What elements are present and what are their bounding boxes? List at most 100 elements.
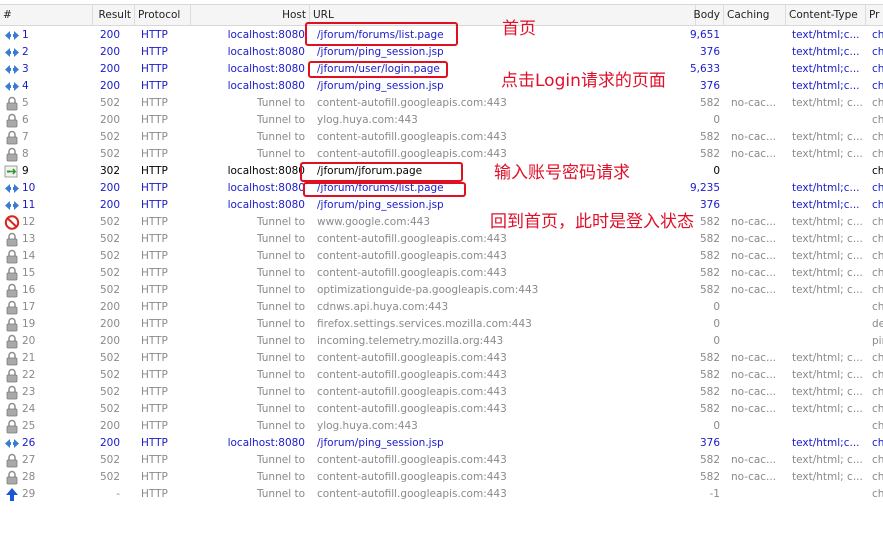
row-result: 200 bbox=[99, 420, 120, 432]
row-caching bbox=[731, 112, 786, 129]
table-row[interactable]: 27 502 HTTP Tunnel to content-autofill.googl… bbox=[0, 452, 883, 469]
table-row[interactable]: 12 502 HTTP Tunnel to www.google.com:443 582 n… bbox=[0, 214, 883, 231]
row-caching: no-cac... bbox=[731, 386, 777, 398]
column-header-result[interactable]: Result bbox=[93, 5, 135, 25]
row-caching bbox=[731, 61, 786, 78]
table-row[interactable]: 14 502 HTTP Tunnel to content-autofill.googl… bbox=[0, 248, 883, 265]
row-host: Tunnel to bbox=[256, 369, 305, 381]
table-row[interactable]: 2 200 HTTP localhost:8080/jforum/ping_sessi… bbox=[0, 44, 883, 61]
table-row[interactable]: 15 502 HTTP Tunnel to content-autofill.googl… bbox=[0, 265, 883, 282]
table-row[interactable]: 13 502 HTTP Tunnel to content-autofill.googl… bbox=[0, 231, 883, 248]
row-number: 22 bbox=[22, 369, 36, 381]
row-process: ch bbox=[872, 437, 883, 449]
row-caching: no-cac... bbox=[731, 216, 777, 228]
row-content-type: text/html; c... bbox=[792, 471, 863, 483]
table-row[interactable]: 26 200 HTTP localhost:8080/jforum/ping_sess… bbox=[0, 435, 883, 452]
table-row[interactable]: 22 502 HTTP Tunnel to content-autofill.googl… bbox=[0, 367, 883, 384]
row-result: 502 bbox=[99, 386, 120, 398]
row-url: firefox.settings.services.mozilla.com:44… bbox=[317, 318, 532, 330]
row-number: 4 bbox=[22, 80, 29, 92]
row-protocol: HTTP bbox=[141, 437, 168, 449]
row-process: ch bbox=[872, 216, 883, 228]
row-result: 200 bbox=[99, 199, 120, 211]
row-result: 200 bbox=[99, 301, 120, 313]
row-caching bbox=[731, 486, 786, 503]
row-body: 0 bbox=[713, 335, 720, 347]
row-host: Tunnel to bbox=[256, 131, 305, 143]
row-result: 200 bbox=[99, 63, 120, 75]
row-number: 28 bbox=[22, 471, 36, 483]
table-row[interactable]: 8 502 HTTP Tunnel to content-autofill.google… bbox=[0, 146, 883, 163]
row-host: localhost:8080 bbox=[227, 437, 305, 449]
row-url: content-autofill.googleapis.com:443 bbox=[317, 131, 507, 143]
row-content-type: text/html;c... bbox=[792, 63, 860, 75]
column-header-number[interactable]: # bbox=[0, 5, 93, 25]
row-result: 502 bbox=[99, 131, 120, 143]
row-url: content-autofill.googleapis.com:443 bbox=[317, 403, 507, 415]
row-process: ch bbox=[872, 386, 883, 398]
row-body: 0 bbox=[713, 301, 720, 313]
arrows-icon bbox=[4, 198, 20, 213]
row-body: 582 bbox=[699, 352, 720, 364]
lock-icon bbox=[4, 470, 20, 485]
row-result: 200 bbox=[99, 182, 120, 194]
column-header-content-type[interactable]: Content-Type bbox=[786, 5, 866, 25]
row-number: 13 bbox=[22, 233, 36, 245]
table-row[interactable]: 23 502 HTTP Tunnel to content-autofill.googl… bbox=[0, 384, 883, 401]
table-row[interactable]: 5 502 HTTP Tunnel to content-autofill.google… bbox=[0, 95, 883, 112]
table-row[interactable]: 19 200 HTTP Tunnel to firefox.settings.servi… bbox=[0, 316, 883, 333]
row-url: cdnws.api.huya.com:443 bbox=[317, 301, 449, 313]
column-header-body[interactable]: Body bbox=[600, 5, 724, 25]
table-row[interactable]: 29 - HTTP Tunnel to content-autofill.googlea… bbox=[0, 486, 883, 503]
row-body: 582 bbox=[699, 148, 720, 160]
row-url: content-autofill.googleapis.com:443 bbox=[317, 454, 507, 466]
table-row[interactable]: 6 200 HTTP Tunnel to ylog.huya.com:443 0 ch bbox=[0, 112, 883, 129]
row-protocol: HTTP bbox=[141, 165, 168, 177]
row-result: 502 bbox=[99, 403, 120, 415]
table-row[interactable]: 24 502 HTTP Tunnel to content-autofill.googl… bbox=[0, 401, 883, 418]
column-header-protocol[interactable]: Protocol bbox=[135, 5, 191, 25]
table-row[interactable]: 16 502 HTTP Tunnel to optimizationguide-pa.g… bbox=[0, 282, 883, 299]
row-process: ch bbox=[872, 403, 883, 415]
row-caching: no-cac... bbox=[731, 233, 777, 245]
row-host: Tunnel to bbox=[256, 454, 305, 466]
annotation-homepage: 首页 bbox=[502, 19, 536, 39]
table-row[interactable]: 21 502 HTTP Tunnel to content-autofill.googl… bbox=[0, 350, 883, 367]
column-header-process[interactable]: Pr bbox=[866, 5, 883, 25]
table-row[interactable]: 17 200 HTTP Tunnel to cdnws.api.huya.com:443… bbox=[0, 299, 883, 316]
table-row[interactable]: 4 200 HTTP localhost:8080/jforum/ping_sessi… bbox=[0, 78, 883, 95]
row-caching: no-cac... bbox=[731, 284, 777, 296]
row-content-type bbox=[792, 163, 866, 180]
column-header-caching[interactable]: Caching bbox=[724, 5, 786, 25]
table-row[interactable]: 20 200 HTTP Tunnel to incoming.telemetry.moz… bbox=[0, 333, 883, 350]
row-protocol: HTTP bbox=[141, 284, 168, 296]
row-protocol: HTTP bbox=[141, 335, 168, 347]
row-host: Tunnel to bbox=[256, 335, 305, 347]
table-row[interactable]: 7 502 HTTP Tunnel to content-autofill.google… bbox=[0, 129, 883, 146]
row-host: localhost:8080 bbox=[227, 46, 305, 58]
row-host: Tunnel to bbox=[256, 148, 305, 160]
row-process: ch bbox=[872, 454, 883, 466]
row-process: ch bbox=[872, 97, 883, 109]
row-number: 20 bbox=[22, 335, 36, 347]
row-number: 23 bbox=[22, 386, 36, 398]
row-process: ch bbox=[872, 114, 883, 126]
arrows-icon bbox=[4, 62, 20, 77]
row-protocol: HTTP bbox=[141, 267, 168, 279]
row-result: 502 bbox=[99, 454, 120, 466]
row-host: Tunnel to bbox=[256, 250, 305, 262]
row-caching: no-cac... bbox=[731, 250, 777, 262]
row-content-type: text/html;c... bbox=[792, 46, 860, 58]
row-process: ch bbox=[872, 29, 883, 41]
lock-icon bbox=[4, 96, 20, 111]
row-process: de bbox=[872, 318, 883, 330]
column-header-host[interactable]: Host bbox=[191, 5, 310, 25]
table-row[interactable]: 25 200 HTTP Tunnel to ylog.huya.com:443 0 ch bbox=[0, 418, 883, 435]
row-url: content-autofill.googleapis.com:443 bbox=[317, 471, 507, 483]
lock-icon bbox=[4, 351, 20, 366]
row-result: 502 bbox=[99, 369, 120, 381]
table-row[interactable]: 28 502 HTTP Tunnel to content-autofill.googl… bbox=[0, 469, 883, 486]
table-row[interactable]: 11 200 HTTP localhost:8080/jforum/ping_sess… bbox=[0, 197, 883, 214]
row-protocol: HTTP bbox=[141, 488, 168, 500]
row-caching bbox=[731, 333, 786, 350]
